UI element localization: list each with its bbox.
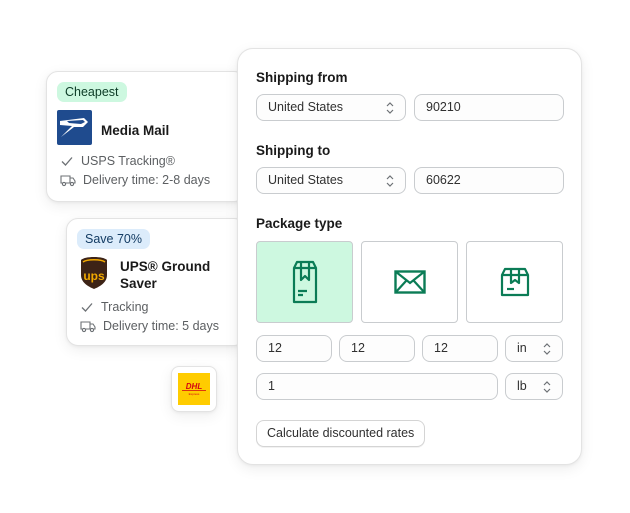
chevron-up-down-icon <box>543 343 551 355</box>
svg-text:DHL: DHL <box>186 382 203 391</box>
select-value: in <box>517 341 527 355</box>
calculate-rates-button[interactable]: Calculate discounted rates <box>256 420 426 447</box>
usps-logo-icon <box>57 110 92 150</box>
input-value: 12 <box>351 341 365 355</box>
carrier-row: ups UPS® Ground Saver <box>80 256 210 295</box>
shipping-calculator-panel: Shipping from United States 90210 Shippi… <box>237 48 582 465</box>
feature-tracking: USPS Tracking® <box>60 154 175 168</box>
input-value: 12 <box>434 341 448 355</box>
shipping-to-label: Shipping to <box>256 143 331 158</box>
chevron-up-down-icon <box>543 381 551 393</box>
package-option-tall-box[interactable] <box>256 241 353 323</box>
truck-icon <box>60 175 76 187</box>
weight-unit-select[interactable]: lb <box>505 373 563 400</box>
shipping-to-country-select[interactable]: United States <box>256 167 406 194</box>
box-icon <box>500 267 529 297</box>
package-option-envelope[interactable] <box>361 241 458 323</box>
check-icon <box>61 157 73 166</box>
input-value: 90210 <box>426 100 461 114</box>
chevron-up-down-icon <box>386 175 394 187</box>
shipping-from-country-select[interactable]: United States <box>256 94 406 121</box>
input-value: 12 <box>268 341 282 355</box>
check-icon <box>81 303 93 312</box>
feature-delivery: Delivery time: 2-8 days <box>60 173 210 187</box>
feature-text: Tracking <box>101 300 149 314</box>
input-value: 1 <box>268 379 275 393</box>
select-value: United States <box>268 100 344 114</box>
service-name-line2: Saver <box>120 276 157 291</box>
shipping-from-zip-input[interactable]: 90210 <box>414 94 564 121</box>
service-name: Media Mail <box>101 122 170 138</box>
cheapest-badge: Cheapest <box>57 82 127 102</box>
package-type-label: Package type <box>256 216 343 231</box>
weight-input[interactable]: 1 <box>256 373 498 400</box>
shipping-from-label: Shipping from <box>256 70 348 85</box>
feature-delivery: Delivery time: 5 days <box>80 319 219 333</box>
carrier-tile-dhl[interactable]: DHL Express <box>171 366 217 412</box>
feature-text: Delivery time: 5 days <box>103 319 220 333</box>
feature-text: USPS Tracking® <box>81 154 175 168</box>
dhl-logo-icon: DHL Express <box>178 373 210 405</box>
carrier-row: Media Mail <box>57 110 169 150</box>
envelope-icon <box>393 270 426 294</box>
shipping-to-zip-input[interactable]: 60622 <box>414 167 564 194</box>
rate-card-usps[interactable]: Cheapest Media Mail USPS Tracking® Deliv… <box>46 71 246 202</box>
service-name: UPS® Ground Saver <box>120 258 210 292</box>
feature-text: Delivery time: 2-8 days <box>83 173 211 187</box>
package-option-box[interactable] <box>466 241 563 323</box>
width-input[interactable]: 12 <box>339 335 415 362</box>
feature-tracking: Tracking <box>80 300 148 314</box>
service-name-line1: UPS® Ground <box>120 259 211 274</box>
height-input[interactable]: 12 <box>422 335 498 362</box>
rate-card-ups[interactable]: Save 70% ups UPS® Ground Saver Tracking … <box>66 218 246 346</box>
ups-logo-icon: ups <box>80 256 108 295</box>
box-tall-icon <box>292 260 317 304</box>
select-value: United States <box>268 173 344 187</box>
input-value: 60622 <box>426 173 461 187</box>
chevron-up-down-icon <box>386 102 394 114</box>
svg-text:Express: Express <box>189 392 200 396</box>
dimension-unit-select[interactable]: in <box>505 335 563 362</box>
select-value: lb <box>517 379 527 393</box>
svg-text:ups: ups <box>83 269 105 283</box>
save-badge: Save 70% <box>77 229 150 249</box>
length-input[interactable]: 12 <box>256 335 332 362</box>
truck-icon <box>80 321 96 333</box>
